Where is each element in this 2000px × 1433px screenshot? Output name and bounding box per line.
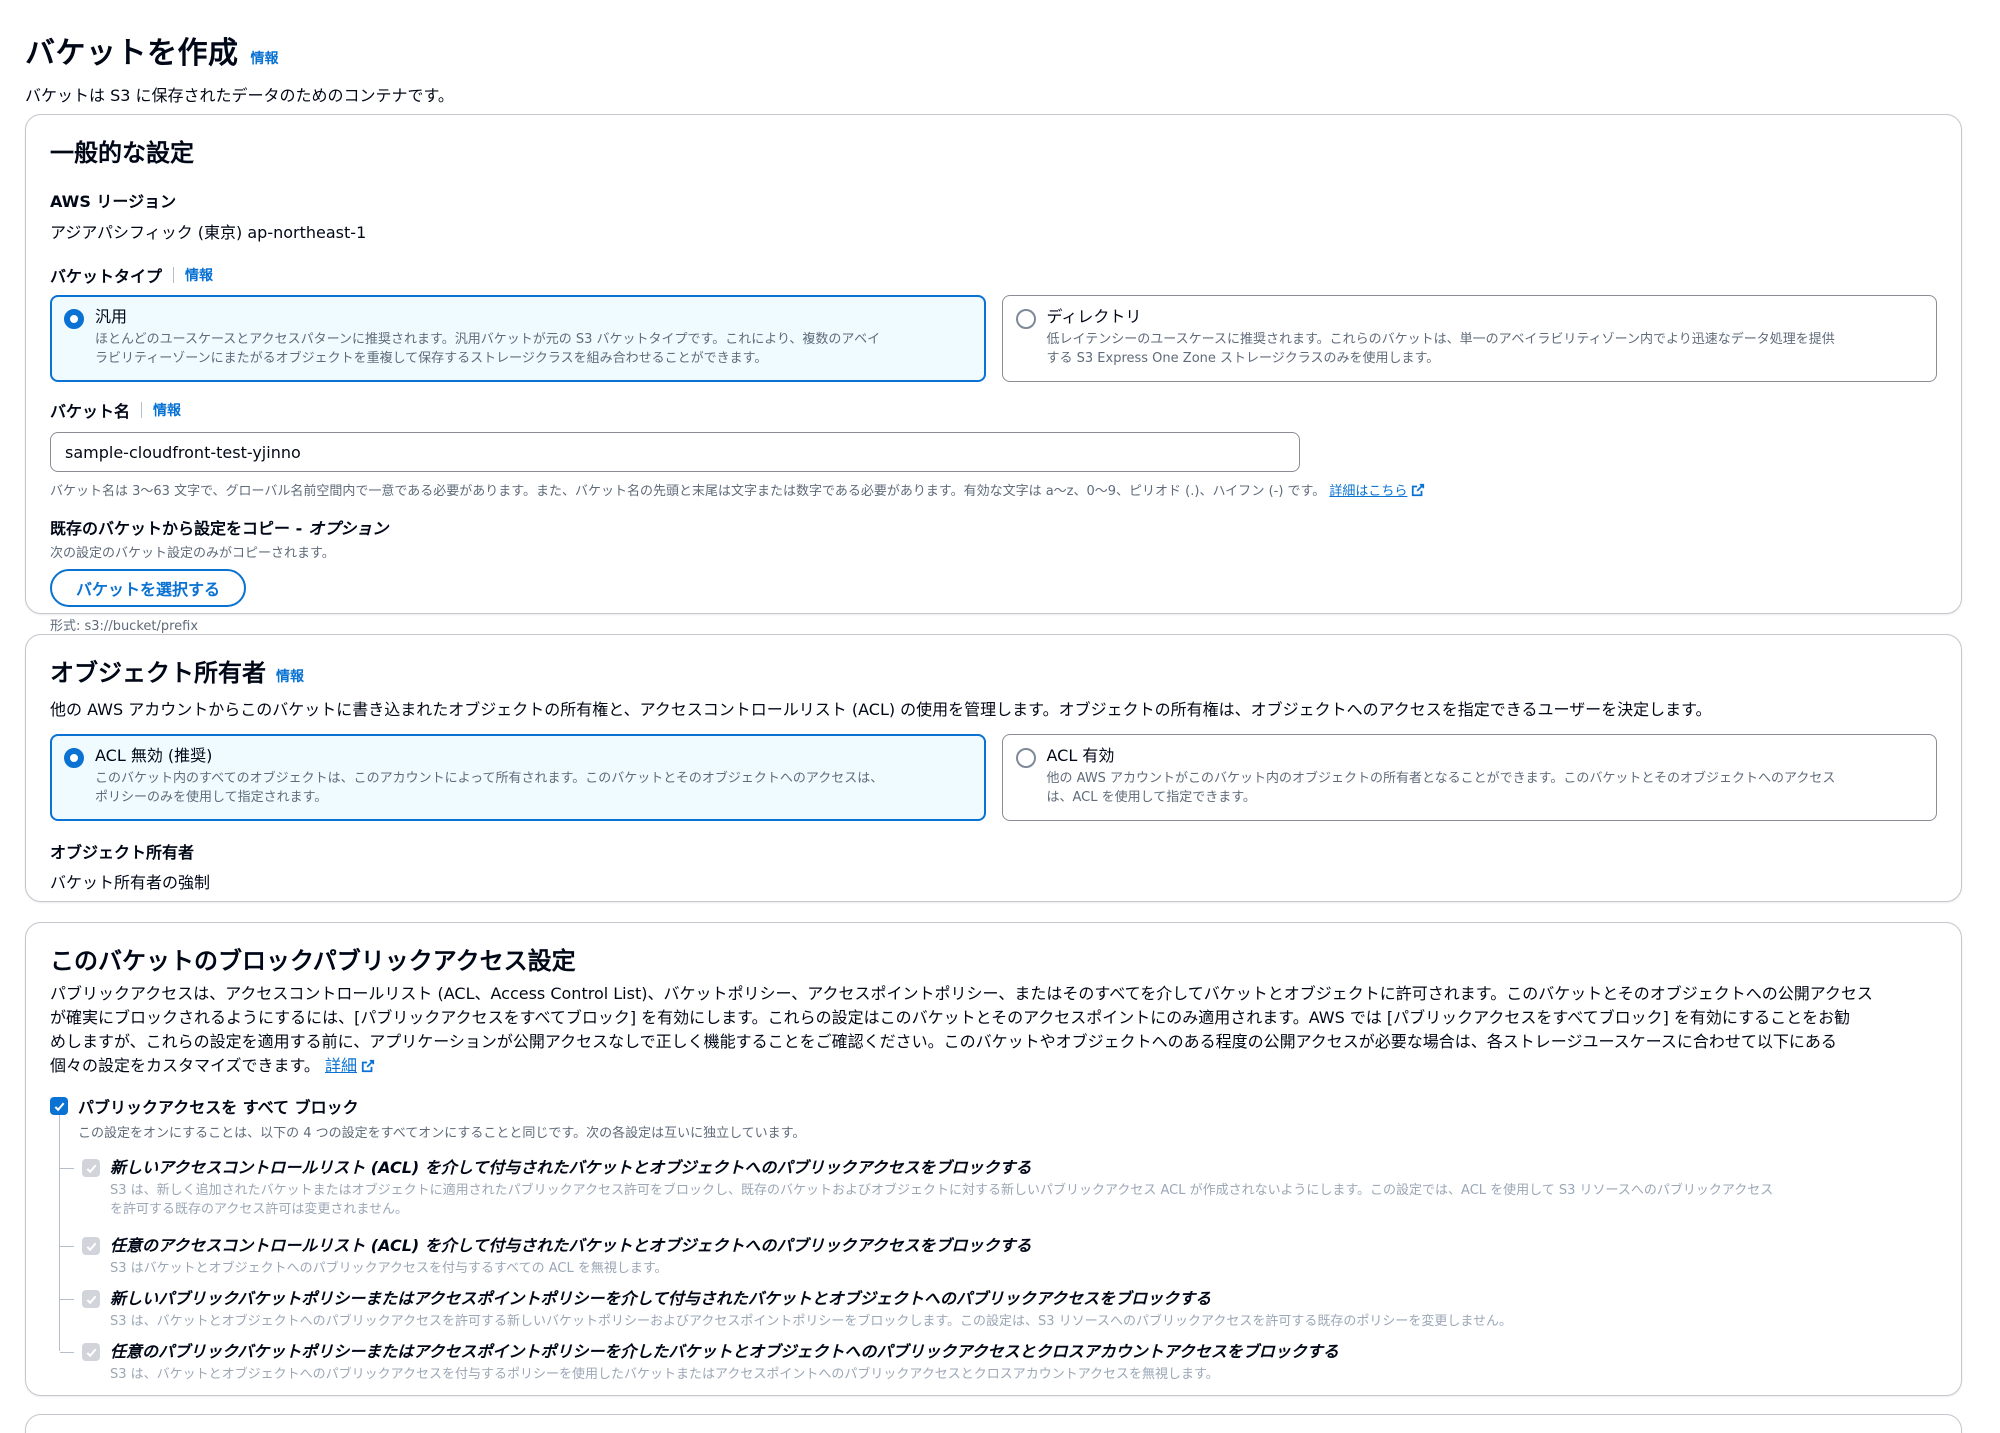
block-any-acl-checkbox[interactable] — [82, 1237, 100, 1255]
radio-unselected-icon[interactable] — [1015, 309, 1036, 329]
ownership-options: ACL 無効 (推奨) このバケット内のすべてのオブジェクトは、このアカウントに… — [50, 734, 1937, 821]
bucket-name-info-link[interactable]: 情報 — [153, 400, 181, 420]
public-access-learn-more-link[interactable]: 詳細 — [325, 1056, 375, 1075]
radio-selected-icon[interactable] — [64, 309, 84, 329]
next-settings-card — [25, 1414, 1962, 1433]
page-header: バケットを作成 情報 バケットは S3 に保存されたデータのためのコンテナです。 — [25, 28, 454, 106]
bucket-name-label: バケット名 情報 — [50, 400, 182, 421]
general-settings-title: 一般的な設定 — [50, 139, 194, 167]
checkmark-icon — [54, 1102, 64, 1111]
acl-enabled-option[interactable]: ACL 有効 他の AWS アカウントがこのバケット内のオブジェクトの所有者とな… — [1001, 734, 1937, 821]
block-all-public-access: パブリックアクセスを すべて ブロック この設定をオンにすることは、以下の 4 … — [50, 1094, 1937, 1141]
bucket-type-info-link[interactable]: 情報 — [185, 265, 213, 285]
external-link-icon — [361, 1059, 375, 1073]
block-any-acl-item: 任意のアクセスコントロールリスト (ACL) を介して付与されたバケットとオブジ… — [26, 1233, 1937, 1278]
page-title: バケットを作成 — [25, 36, 239, 71]
choose-bucket-button[interactable]: バケットを選択する — [50, 569, 247, 607]
block-new-acl-checkbox[interactable] — [82, 1159, 100, 1177]
checkmark-icon — [86, 1242, 96, 1251]
acl-disabled-option[interactable]: ACL 無効 (推奨) このバケット内のすべてのオブジェクトは、このアカウントに… — [50, 734, 986, 821]
checkmark-icon — [86, 1348, 96, 1357]
bucket-type-directory[interactable]: ディレクトリ 低レイテンシーのユースケースに推奨されます。これらのバケットは、単… — [1001, 295, 1937, 382]
object-ownership-description: 他の AWS アカウントからこのバケットに書き込まれたオブジェクトの所有権と、ア… — [50, 700, 1712, 719]
object-owner-value: バケット所有者の強制 — [50, 873, 211, 892]
checkmark-icon — [86, 1295, 96, 1304]
block-public-access-description: パブリックアクセスは、アクセスコントロールリスト (ACL、Access Con… — [50, 984, 1873, 1075]
radio-unselected-icon[interactable] — [1015, 748, 1036, 768]
object-owner-label: オブジェクト所有者 — [50, 843, 195, 862]
block-all-hint: この設定をオンにすることは、以下の 4 つの設定をすべてオンにすることと同じです… — [78, 1126, 806, 1141]
object-ownership-card: オブジェクト所有者 情報 他の AWS アカウントからこのバケットに書き込まれたオ… — [25, 634, 1962, 902]
page-info-link[interactable]: 情報 — [251, 48, 279, 68]
block-public-access-title: このバケットのブロックパブリックアクセス設定 — [50, 947, 576, 975]
object-ownership-title: オブジェクト所有者 情報 — [50, 659, 304, 687]
page-description: バケットは S3 に保存されたデータのためのコンテナです。 — [25, 86, 454, 105]
block-new-acl-item: 新しいアクセスコントロールリスト (ACL) を介して付与されたバケットとオブジ… — [26, 1155, 1937, 1219]
public-access-sub-settings: 新しいアクセスコントロールリスト (ACL) を介して付与されたバケットとオブジ… — [26, 1115, 1937, 1384]
copy-format-hint: 形式: s3://bucket/prefix — [50, 619, 199, 634]
checkmark-icon — [86, 1164, 96, 1173]
general-settings-card: 一般的な設定 AWS リージョン アジアパシフィック (東京) ap-north… — [25, 114, 1962, 634]
create-bucket-page: バケットを作成 情報 バケットは S3 に保存されたデータのためのコンテナです。… — [0, 0, 2000, 1433]
block-all-checkbox[interactable] — [50, 1097, 68, 1115]
ownership-info-link[interactable]: 情報 — [276, 666, 304, 686]
block-all-label[interactable]: パブリックアクセスを すべて ブロック — [78, 1094, 359, 1118]
block-any-policy-checkbox[interactable] — [82, 1343, 100, 1361]
bucket-name-learn-more-link[interactable]: 詳細はこちら — [1329, 483, 1425, 499]
region-label: AWS リージョン — [50, 192, 177, 211]
copy-settings-hint: 次の設定のバケット設定のみがコピーされます。 — [50, 546, 335, 561]
block-public-access-card: このバケットのブロックパブリックアクセス設定 パブリックアクセスは、アクセスコン… — [25, 922, 1962, 1396]
bucket-type-label: バケットタイプ 情報 — [50, 265, 214, 286]
bucket-name-hint: バケット名は 3～63 文字で、グローバル名前空間内で一意である必要があります。… — [50, 480, 1937, 499]
block-new-policy-item: 新しいパブリックバケットポリシーまたはアクセスポイントポリシーを介して付与された… — [26, 1286, 1937, 1331]
bucket-type-general-purpose[interactable]: 汎用 ほとんどのユースケースとアクセスパターンに推奨されます。汎用バケットが元の… — [50, 295, 986, 382]
region-value: アジアパシフィック (東京) ap-northeast-1 — [50, 223, 367, 242]
block-any-policy-item: 任意のパブリックバケットポリシーまたはアクセスポイントポリシーを介したバケットと… — [26, 1339, 1937, 1384]
block-new-policy-checkbox[interactable] — [82, 1290, 100, 1308]
bucket-type-options: 汎用 ほとんどのユースケースとアクセスパターンに推奨されます。汎用バケットが元の… — [50, 295, 1937, 382]
copy-settings-label: 既存のバケットから設定をコピー - オプション — [50, 519, 389, 538]
radio-selected-icon[interactable] — [64, 748, 84, 768]
bucket-name-input[interactable] — [50, 432, 1300, 472]
external-link-icon — [1412, 483, 1425, 497]
